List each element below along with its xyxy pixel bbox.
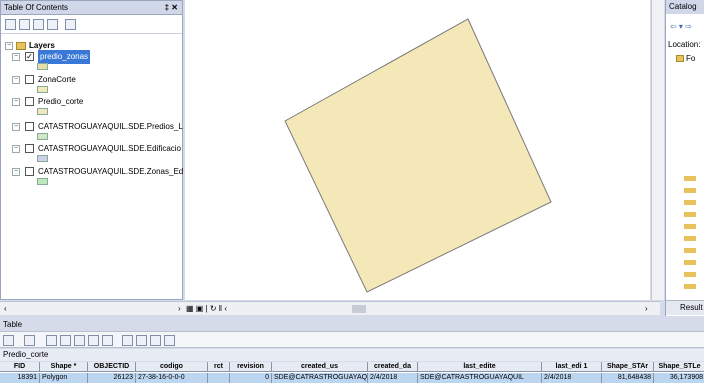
catalog-folder-item[interactable]: Fo [686, 54, 695, 63]
catalog-folder-list[interactable] [684, 170, 696, 290]
zoom-to-selected-icon[interactable] [88, 335, 99, 346]
layers-folder-icon [16, 42, 26, 50]
table-layer-name-label: Predio_corte [3, 350, 49, 359]
view-controls[interactable]: ▦ ▣ | ↻ ‖ ‹ [186, 304, 227, 313]
collapse-icon[interactable]: − [12, 76, 20, 84]
column-header[interactable]: last_edite [418, 362, 542, 372]
collapse-icon[interactable]: − [12, 53, 20, 61]
toc-window-controls[interactable]: ‡ ✕ [165, 1, 178, 15]
map-view[interactable] [185, 0, 664, 300]
layer-label[interactable]: Predio_corte [38, 95, 83, 109]
related-tables-icon[interactable] [24, 335, 35, 346]
scroll-right-small-arrow[interactable]: › [178, 304, 181, 313]
table-window-title: Table [0, 318, 704, 331]
toc-toolbar [1, 16, 182, 34]
scroll-right-arrow[interactable]: › [645, 304, 648, 313]
layer-visibility-checkbox[interactable] [25, 122, 34, 131]
column-header[interactable]: Shape_STAr [602, 362, 654, 372]
list-by-visibility-icon[interactable] [33, 19, 44, 30]
zoom-map-icon[interactable] [150, 335, 161, 346]
layer-label[interactable]: ZonaCorte [38, 73, 76, 87]
layer-label[interactable]: predio_zonas [38, 50, 91, 64]
layer-symbol-swatch[interactable] [37, 178, 48, 185]
layer-visibility-checkbox[interactable] [25, 167, 34, 176]
column-header[interactable]: created_da [368, 362, 418, 372]
table-cell[interactable]: 18391 [0, 373, 40, 383]
layer-label[interactable]: CATASTROGUAYAQUIL.SDE.Predios_L [38, 120, 183, 134]
paste-icon[interactable] [136, 335, 147, 346]
scroll-thumb[interactable] [352, 305, 366, 313]
table-cell[interactable]: SDE@CATRASTROGUAYAQUIL [418, 373, 542, 383]
results-tab[interactable]: Result [666, 300, 704, 315]
collapse-icon[interactable]: − [12, 145, 20, 153]
list-by-source-icon[interactable] [19, 19, 30, 30]
column-header[interactable]: OBJECTID [88, 362, 136, 372]
collapse-icon[interactable]: − [12, 168, 20, 176]
column-header[interactable]: revision [230, 362, 272, 372]
layer-visibility-checkbox[interactable]: ✓ [25, 52, 34, 61]
location-label: Location: [668, 40, 701, 49]
delete-selected-icon[interactable] [102, 335, 113, 346]
layer-symbol-swatch[interactable] [37, 86, 48, 93]
table-of-contents-panel: Table Of Contents ‡ ✕ − Layers − ✓ predio_zo… [0, 0, 183, 300]
list-by-selection-icon[interactable] [47, 19, 58, 30]
layer-symbol-swatch[interactable] [37, 108, 48, 115]
layer-label[interactable]: CATASTROGUAYAQUIL.SDE.Edificacio [38, 142, 181, 156]
layer-visibility-checkbox[interactable] [25, 97, 34, 106]
table-cell[interactable]: Polygon [40, 373, 88, 383]
catalog-title-bar: Catalog [666, 0, 704, 14]
map-canvas[interactable] [185, 0, 650, 300]
toc-options-icon[interactable] [65, 19, 76, 30]
table-layer-name: Predio_corte [0, 349, 704, 361]
layer-symbol-swatch[interactable] [37, 155, 48, 162]
select-by-attributes-icon[interactable] [46, 335, 57, 346]
layer-visibility-checkbox[interactable] [25, 75, 34, 84]
table-toolbar [0, 331, 704, 348]
column-header[interactable]: Shape_STLe [654, 362, 704, 372]
map-vertical-scrollbar[interactable] [651, 0, 664, 300]
table-title: Table [3, 320, 23, 329]
collapse-icon[interactable]: − [5, 42, 13, 50]
catalog-panel: Catalog ⇦ ▾ ⇨ Location: Fo Result [665, 0, 704, 316]
scroll-left-arrow[interactable]: ‹ [4, 304, 7, 313]
table-cell[interactable]: 26123 [88, 373, 136, 383]
table-cell[interactable]: 2/4/2018 [542, 373, 602, 383]
catalog-title: Catalog [669, 2, 697, 11]
column-header[interactable]: rct [208, 362, 230, 372]
toc-title-bar: Table Of Contents ‡ ✕ [1, 1, 182, 15]
copy-icon[interactable] [122, 335, 133, 346]
parcel-polygon[interactable] [284, 18, 552, 293]
back-forward-icon[interactable]: ⇦ ▾ ⇨ [670, 22, 692, 31]
column-header[interactable]: created_us [272, 362, 368, 372]
table-options-icon[interactable] [3, 335, 14, 346]
switch-selection-icon[interactable] [60, 335, 71, 346]
close-table-icon[interactable] [164, 335, 175, 346]
layer-symbol-swatch[interactable] [37, 63, 48, 70]
table-cell[interactable]: 2/4/2018 [368, 373, 418, 383]
table-cell[interactable] [208, 373, 230, 383]
toc-title: Table Of Contents [4, 3, 69, 12]
results-tab-label: Result [680, 303, 703, 312]
table-cell[interactable]: 36,173908 [654, 373, 704, 383]
column-header[interactable]: FID [0, 362, 40, 372]
table-cell[interactable]: SDE@CATRASTROGUAYAQUI [272, 373, 368, 383]
map-status-scrollbar[interactable]: ‹ › ▦ ▣ | ↻ ‖ ‹ › [0, 301, 660, 315]
column-header[interactable]: last_edi 1 [542, 362, 602, 372]
layer-visibility-checkbox[interactable] [25, 144, 34, 153]
clear-selection-icon[interactable] [74, 335, 85, 346]
column-header[interactable]: codigo [136, 362, 208, 372]
layer-symbol-swatch[interactable] [37, 133, 48, 140]
table-cell[interactable]: 27-38-16-0-0-0 [136, 373, 208, 383]
layer-label[interactable]: CATASTROGUAYAQUIL.SDE.Zonas_Ed [38, 165, 183, 179]
folder-icon [676, 55, 684, 62]
collapse-icon[interactable]: − [12, 123, 20, 131]
table-cell[interactable]: 81,648438 [602, 373, 654, 383]
collapse-icon[interactable]: − [12, 98, 20, 106]
table-cell[interactable]: 0 [230, 373, 272, 383]
column-header[interactable]: Shape * [40, 362, 88, 372]
attribute-table: FID 18391 Shape * Polygon OBJECTID 26123 codig… [0, 362, 704, 385]
list-by-drawing-order-icon[interactable] [5, 19, 16, 30]
